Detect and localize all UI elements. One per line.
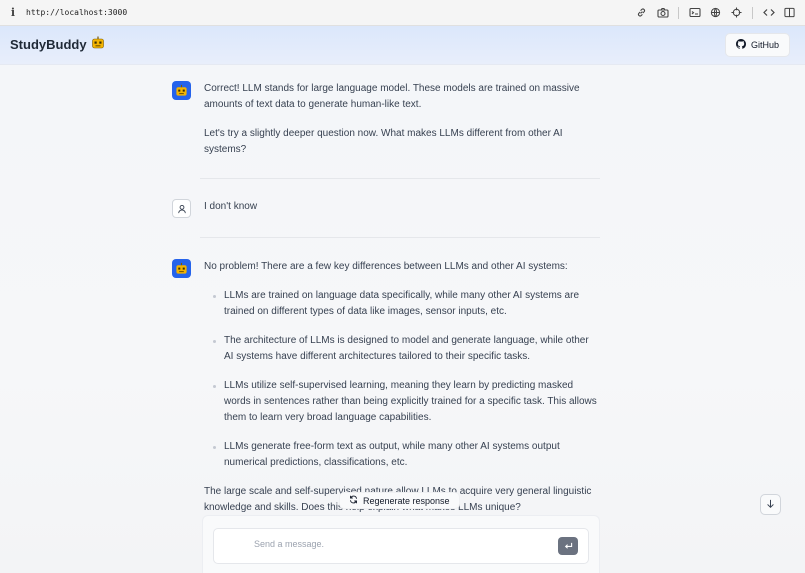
message-text: Correct! LLM stands for large language m… xyxy=(204,83,580,110)
regenerate-label: Regenerate response xyxy=(363,495,450,506)
terminal-icon[interactable] xyxy=(687,5,702,20)
toolbar-divider xyxy=(678,6,679,19)
message-text: No problem! There are a few key differen… xyxy=(204,261,568,272)
message-composer[interactable] xyxy=(213,528,589,564)
list-item: LLMs utilize self-supervised learning, m… xyxy=(204,378,599,426)
bot-avatar xyxy=(172,259,191,278)
code-icon[interactable] xyxy=(761,5,776,20)
github-label: GitHub xyxy=(750,40,779,50)
globe-icon[interactable] xyxy=(708,5,723,20)
arrow-down-icon xyxy=(766,496,775,514)
assistant-message: No problem! There are a few key differen… xyxy=(172,259,602,516)
camera-icon[interactable] xyxy=(655,5,670,20)
refresh-icon xyxy=(349,495,358,506)
list-item: LLMs are trained on language data specif… xyxy=(204,288,599,320)
scroll-to-bottom-button[interactable] xyxy=(760,494,781,515)
browser-toolbar: i http://localhost:3000 xyxy=(0,0,805,26)
address-bar[interactable]: http://localhost:3000 xyxy=(26,8,127,17)
app-header: StudyBuddy GitHub xyxy=(0,26,805,65)
github-button[interactable]: GitHub xyxy=(724,33,790,57)
robot-icon xyxy=(91,36,105,52)
brand[interactable]: StudyBuddy xyxy=(10,36,105,52)
user-message: I don't know xyxy=(172,199,602,218)
message-text: Let's try a slightly deeper question now… xyxy=(204,128,563,155)
enter-icon xyxy=(564,537,573,555)
message-body: No problem! There are a few key differen… xyxy=(204,259,599,516)
message-input[interactable] xyxy=(254,539,544,549)
message-text: I don't know xyxy=(204,201,258,212)
github-icon xyxy=(735,39,746,51)
assistant-message: Correct! LLM stands for large language m… xyxy=(172,81,602,158)
bullet-list: LLMs are trained on language data specif… xyxy=(204,288,599,471)
toolbar-divider xyxy=(752,6,753,19)
user-avatar xyxy=(172,199,191,218)
composer-panel xyxy=(202,515,600,573)
message-body: I don't know xyxy=(204,199,599,215)
brand-title: StudyBuddy xyxy=(10,36,87,52)
crosshair-icon[interactable] xyxy=(729,5,744,20)
sidebar-icon[interactable] xyxy=(782,5,797,20)
list-item: The architecture of LLMs is designed to … xyxy=(204,333,599,365)
bot-avatar xyxy=(172,81,191,100)
link-icon[interactable] xyxy=(634,5,649,20)
info-icon[interactable]: i xyxy=(0,6,26,19)
message-divider xyxy=(200,178,600,179)
message-divider xyxy=(200,237,600,238)
send-button[interactable] xyxy=(558,537,578,555)
list-item: LLMs generate free-form text as output, … xyxy=(204,439,599,471)
browser-actions xyxy=(634,5,797,20)
message-body: Correct! LLM stands for large language m… xyxy=(204,81,599,158)
regenerate-button[interactable]: Regenerate response xyxy=(339,492,460,509)
